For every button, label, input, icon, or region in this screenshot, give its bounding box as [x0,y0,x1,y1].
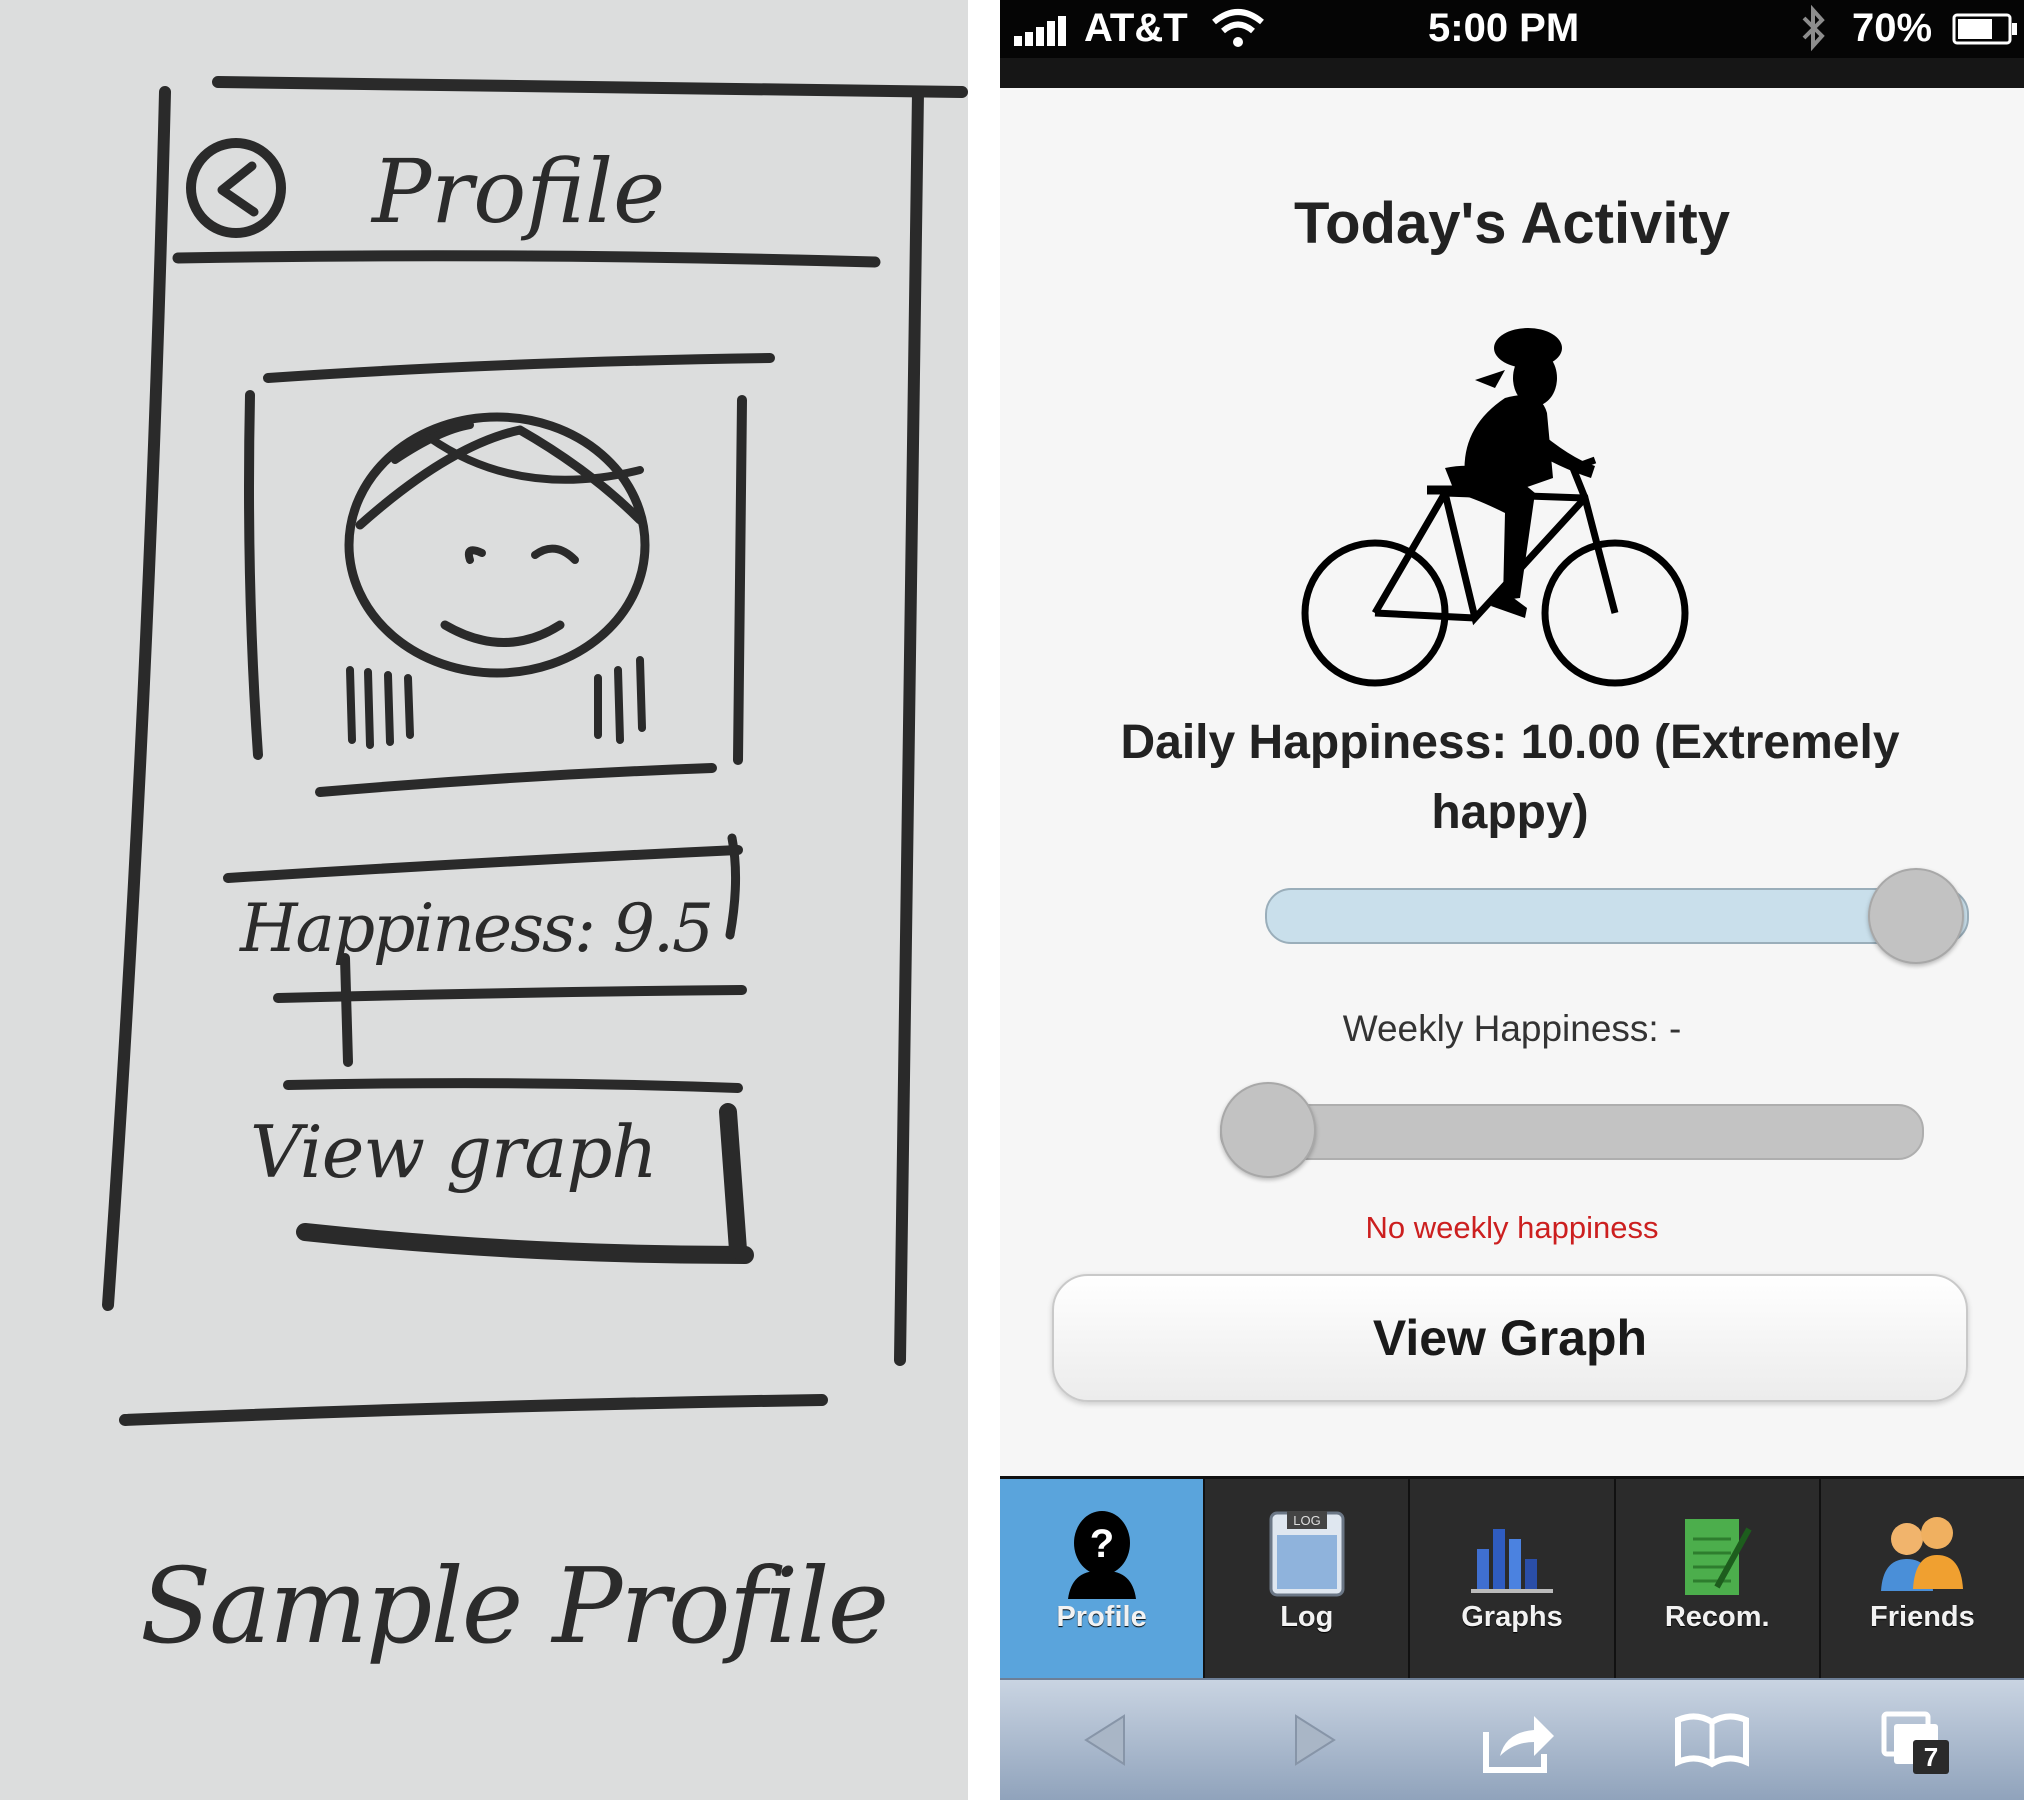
share-icon[interactable] [1482,1710,1558,1774]
phone-screen: AT&T 5:00 PM 70% Today's Activity Daily … [1000,0,2024,1800]
page-title: Today's Activity [1293,191,1731,256]
battery-icon [1952,13,2017,45]
tab-label-profile: Profile [1056,1601,1147,1633]
weekly-happiness-slider-thumb[interactable] [1220,1082,1316,1178]
weekly-happiness-label: Weekly Happiness: - [1342,1008,1682,1049]
tab-label-graphs: Graphs [1461,1601,1563,1633]
cyclist-icon [1301,328,1689,687]
signal-icon [1014,16,1066,46]
sketch-happiness-label: Happiness: 9.5 [240,890,714,967]
tab-label-recommendations: Recom. [1664,1601,1770,1633]
view-graph-button[interactable]: View Graph [1052,1274,1968,1402]
tab-label-friends: Friends [1870,1601,1975,1633]
carrier-label: AT&T [1084,6,1188,50]
tab-label-log: Log [1280,1601,1334,1633]
status-bar: AT&T 5:00 PM 70% [1000,0,2024,58]
tab-bar: ? Profile LOG Log Graphs Recom. Friends [1000,1476,2024,1681]
friends-icon [1881,1517,1964,1591]
browser-toolbar [1000,1678,2024,1800]
forward-arrow-icon[interactable] [1290,1710,1340,1770]
tab-graphs[interactable]: Graphs [1410,1479,1616,1681]
daily-happiness-slider[interactable] [1265,888,1969,944]
tab-profile[interactable]: ? Profile [1000,1479,1206,1681]
image-divider [968,0,1000,1800]
daily-happiness-label: Daily Happiness: 10.00 (Extremely happy) [1120,716,1900,839]
graphs-icon [1471,1529,1553,1593]
browser-top-strip [1000,58,2024,88]
svg-text:LOG: LOG [1293,1513,1320,1528]
tab-friends[interactable]: Friends [1821,1479,2024,1681]
tab-recommendations[interactable]: Recom. [1616,1479,1821,1681]
bluetooth-icon [1802,4,1825,52]
sketch-view-graph-label: View graph [250,1110,658,1194]
sketch-caption: Sample Profile [140,1545,889,1667]
weekly-happiness-message: No weekly happiness [1365,1210,1659,1245]
tab-count-badge: 7 [1913,1740,1949,1774]
log-icon: LOG [1269,1511,1345,1597]
sketch-avatar-icon [344,412,650,749]
bookmarks-icon[interactable] [1672,1710,1752,1770]
tab-log[interactable]: LOG Log [1205,1479,1411,1681]
sketch-header-title: Profile [372,140,666,243]
recommendation-icon [1685,1519,1752,1595]
clock-label: 5:00 PM [1428,6,1580,50]
paper-sketch: Profile Happiness: 9.5 View graph Sample… [0,0,968,1800]
sketch-back-icon [186,138,286,238]
wifi-icon [1212,9,1264,47]
svg-text:?: ? [1089,1522,1113,1566]
daily-happiness-slider-thumb[interactable] [1868,868,1964,964]
profile-icon: ? [1067,1511,1136,1599]
back-arrow-icon[interactable] [1080,1710,1130,1770]
weekly-happiness-slider[interactable] [1220,1104,1924,1160]
battery-label: 70% [1852,6,1933,50]
